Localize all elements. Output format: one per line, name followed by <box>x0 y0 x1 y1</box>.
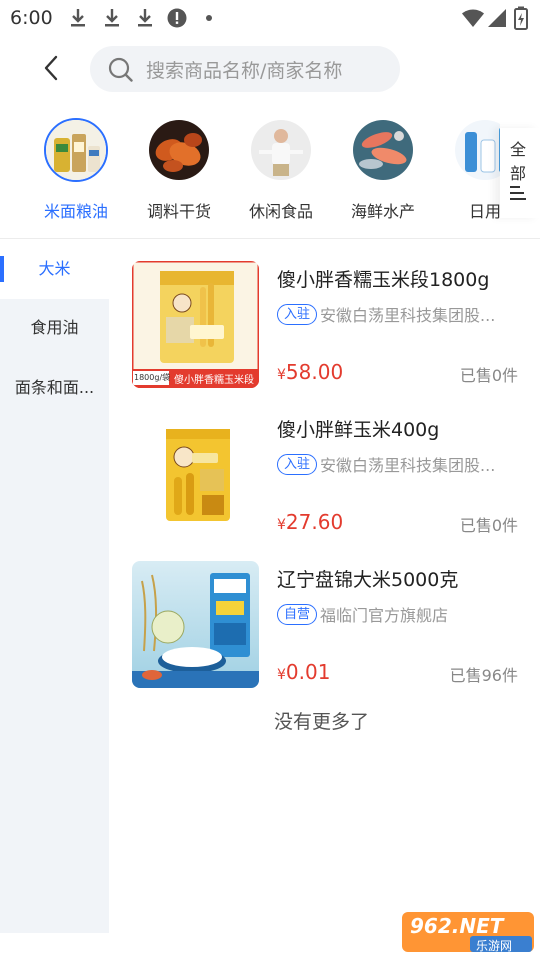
search-placeholder: 搜索商品名称/商家名称 <box>146 60 343 82</box>
watermark-main: 962.NET <box>410 914 504 938</box>
sold-count: 已售0件 <box>459 366 518 385</box>
sold-count: 已售0件 <box>459 516 518 535</box>
alert-icon <box>167 8 187 28</box>
image-weight-label: 1800g/袋 <box>134 373 171 382</box>
currency-symbol: ¥ <box>277 367 286 383</box>
category-image <box>44 118 108 182</box>
price-value: 0.01 <box>285 660 331 684</box>
product-shop: 自营 福临门官方旗舰店 <box>277 602 507 626</box>
product-card[interactable]: 傻小胖鲜玉米400g 入驻 安徽白荡里科技集团股... ¥27.60 已售0件 <box>132 411 524 541</box>
price-value: 27.60 <box>285 510 344 534</box>
search-icon <box>108 57 133 82</box>
product-card[interactable]: 1800g/袋 傻小胖香糯玉米段 傻小胖香糯玉米段1800g 入驻 安徽白荡里科技… <box>132 261 524 391</box>
all-label-2: 部 <box>510 164 527 183</box>
category-label: 海鲜水产 <box>350 202 415 221</box>
category-label: 休闲食品 <box>248 202 313 221</box>
category-daily[interactable]: 日用 <box>437 116 500 226</box>
category-image <box>351 118 415 182</box>
shop-tag: 入驻 <box>277 453 318 475</box>
category-label: 日用 <box>468 202 500 221</box>
signal-icon <box>488 9 506 27</box>
dot-icon <box>206 15 212 21</box>
product-card[interactable]: 辽宁盘锦大米5000克 自营 福临门官方旗舰店 ¥0.01 已售96件 <box>132 561 524 691</box>
product-shop: 入驻 安徽白荡里科技集团股... <box>277 452 507 476</box>
category-seafood[interactable]: 海鲜水产 <box>335 116 435 226</box>
no-more-text: 没有更多了 <box>274 711 370 733</box>
shop-name: 福临门官方旗舰店 <box>320 606 449 625</box>
category-image <box>453 118 500 182</box>
all-label-1: 全 <box>510 140 527 159</box>
category-image <box>249 118 313 182</box>
category-seasoning[interactable]: 调料干货 <box>131 116 231 226</box>
product-name: 傻小胖香糯玉米段1800g <box>277 269 490 291</box>
category-snacks[interactable]: 休闲食品 <box>233 116 333 226</box>
currency-symbol: ¥ <box>277 667 286 683</box>
category-label: 调料干货 <box>146 202 211 221</box>
category-image <box>147 118 211 182</box>
download-icon <box>71 9 85 27</box>
wifi-icon <box>462 9 484 27</box>
sold-count: 已售96件 <box>449 666 518 685</box>
product-price: ¥58.00 <box>277 360 343 384</box>
status-bar: 6:00 <box>0 0 540 36</box>
battery-icon <box>514 6 528 30</box>
product-price: ¥27.60 <box>277 510 343 534</box>
status-time: 6:00 <box>10 7 53 29</box>
sidebar: 大米 食用油 面条和面... <box>0 239 109 933</box>
shop-name: 安徽白荡里科技集团股... <box>320 306 496 325</box>
search-bar[interactable]: 搜索商品名称/商家名称 <box>90 46 400 92</box>
product-name: 辽宁盘锦大米5000克 <box>277 569 459 591</box>
sidebar-item-noodles[interactable]: 面条和面... <box>0 358 109 418</box>
category-rice-oil[interactable]: 米面粮油 <box>28 116 128 226</box>
download-icon <box>105 9 119 27</box>
product-price: ¥0.01 <box>277 660 330 684</box>
menu-icon <box>510 186 526 204</box>
category-row: 米面粮油 调料干货 休闲食品 海鲜水产 日用 <box>0 110 500 230</box>
image-caption: 傻小胖香糯玉米段 <box>174 375 254 386</box>
product-image: 1800g/袋 傻小胖香糯玉米段 <box>132 261 259 388</box>
product-image <box>132 411 259 538</box>
product-shop: 入驻 安徽白荡里科技集团股... <box>277 302 507 326</box>
sidebar-item-oil[interactable]: 食用油 <box>0 298 109 358</box>
sidebar-item-rice[interactable]: 大米 <box>0 239 109 299</box>
watermark-sub: 乐游网 <box>476 939 513 953</box>
download-icon <box>138 9 152 27</box>
product-image <box>132 561 259 688</box>
shop-tag: 自营 <box>277 603 318 625</box>
shop-name: 安徽白荡里科技集团股... <box>320 456 496 475</box>
category-label: 米面粮油 <box>43 202 108 221</box>
price-value: 58.00 <box>285 360 344 384</box>
product-name: 傻小胖鲜玉米400g <box>277 419 440 441</box>
shop-tag: 入驻 <box>277 303 318 325</box>
all-categories-button[interactable]: 全 部 <box>500 128 540 218</box>
watermark-logo: 962.NET 乐游网 <box>400 908 536 956</box>
currency-symbol: ¥ <box>277 517 286 533</box>
back-button[interactable] <box>38 54 66 82</box>
